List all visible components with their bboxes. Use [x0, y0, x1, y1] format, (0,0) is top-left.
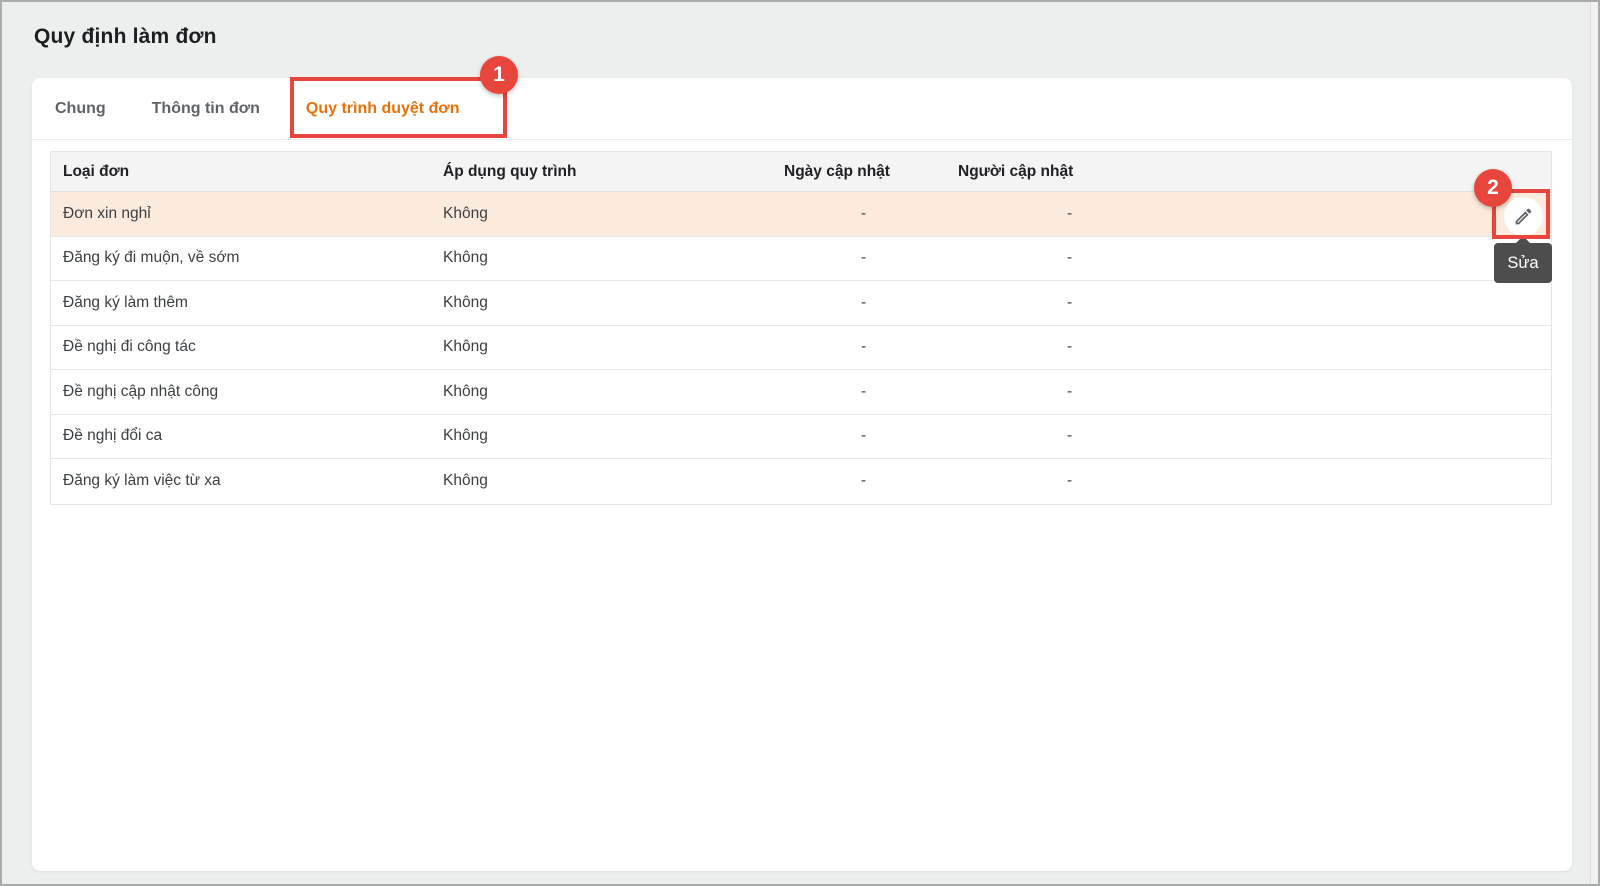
table-row: Đăng ký làm việc từ xa Không - -: [51, 459, 1551, 504]
cell-apply-process: Không: [443, 293, 488, 311]
cell-form-type: Đăng ký làm việc từ xa: [63, 472, 221, 490]
cell-form-type: Đơn xin nghỉ: [63, 204, 151, 222]
column-header-ap-dung-quy-trinh: Áp dụng quy trình: [443, 162, 577, 180]
column-header-loai-don: Loại đơn: [63, 162, 130, 180]
cell-apply-process: Không: [443, 204, 488, 222]
cell-updated-by: -: [1067, 293, 1073, 311]
edit-tooltip-label: Sửa: [1507, 253, 1539, 272]
cell-updated-date: -: [861, 472, 867, 490]
cell-apply-process: Không: [443, 338, 488, 356]
cell-updated-date: -: [861, 338, 867, 356]
cell-updated-by: -: [1067, 204, 1073, 222]
cell-apply-process: Không: [443, 472, 488, 490]
edit-button[interactable]: [1504, 197, 1543, 236]
cell-updated-date: -: [861, 427, 867, 445]
tab-bar: Chung Thông tin đơn Quy trình duyệt đơn: [32, 78, 1572, 140]
cell-form-type: Đề nghị đi công tác: [63, 338, 196, 356]
edit-tooltip: Sửa: [1494, 236, 1552, 283]
cell-updated-by: -: [1067, 472, 1073, 490]
approval-process-table: Loại đơn Áp dụng quy trình Ngày cập nhật…: [50, 151, 1552, 505]
cell-form-type: Đề nghị cập nhật công: [63, 382, 219, 400]
scrollbar-track[interactable]: [1590, 2, 1598, 884]
cell-form-type: Đề nghị đổi ca: [63, 427, 163, 445]
cell-form-type: Đăng ký đi muộn, về sớm: [63, 249, 240, 267]
page-title: Quy định làm đơn: [34, 25, 217, 48]
cell-updated-date: -: [861, 382, 867, 400]
cell-updated-by: -: [1067, 382, 1073, 400]
table-row: Đề nghị đi công tác Không - -: [51, 325, 1551, 370]
table-row: Đăng ký làm thêm Không - -: [51, 281, 1551, 326]
column-header-ngay-cap-nhat: Ngày cập nhật: [784, 162, 890, 180]
cell-form-type: Đăng ký làm thêm: [63, 293, 188, 311]
annotation-badge-1: 1: [480, 56, 518, 94]
cell-updated-by: -: [1067, 427, 1073, 445]
tab-chung[interactable]: Chung: [32, 78, 129, 139]
cell-apply-process: Không: [443, 427, 488, 445]
tab-thong-tin-don[interactable]: Thông tin đơn: [129, 78, 283, 139]
table-header-row: Loại đơn Áp dụng quy trình Ngày cập nhật…: [51, 152, 1551, 192]
annotation-badge-2: 2: [1474, 169, 1512, 207]
content-card: Chung Thông tin đơn Quy trình duyệt đơn …: [32, 78, 1572, 871]
cell-updated-by: -: [1067, 338, 1073, 356]
table-row: Đề nghị đổi ca Không - -: [51, 414, 1551, 459]
pencil-icon: [1513, 206, 1534, 227]
cell-apply-process: Không: [443, 382, 488, 400]
cell-updated-date: -: [861, 204, 867, 222]
cell-updated-date: -: [861, 249, 867, 267]
table-row: Đăng ký đi muộn, về sớm Không - -: [51, 236, 1551, 281]
cell-updated-date: -: [861, 293, 867, 311]
tab-quy-trinh-duyet-don[interactable]: Quy trình duyệt đơn: [283, 78, 483, 139]
column-header-nguoi-cap-nhat: Người cập nhật: [958, 162, 1074, 180]
page: Quy định làm đơn Chung Thông tin đơn Quy…: [0, 0, 1600, 886]
table-row: Đề nghị cập nhật công Không - -: [51, 370, 1551, 415]
table-row: Đơn xin nghỉ Không - -: [51, 192, 1551, 237]
cell-updated-by: -: [1067, 249, 1073, 267]
cell-apply-process: Không: [443, 249, 488, 267]
